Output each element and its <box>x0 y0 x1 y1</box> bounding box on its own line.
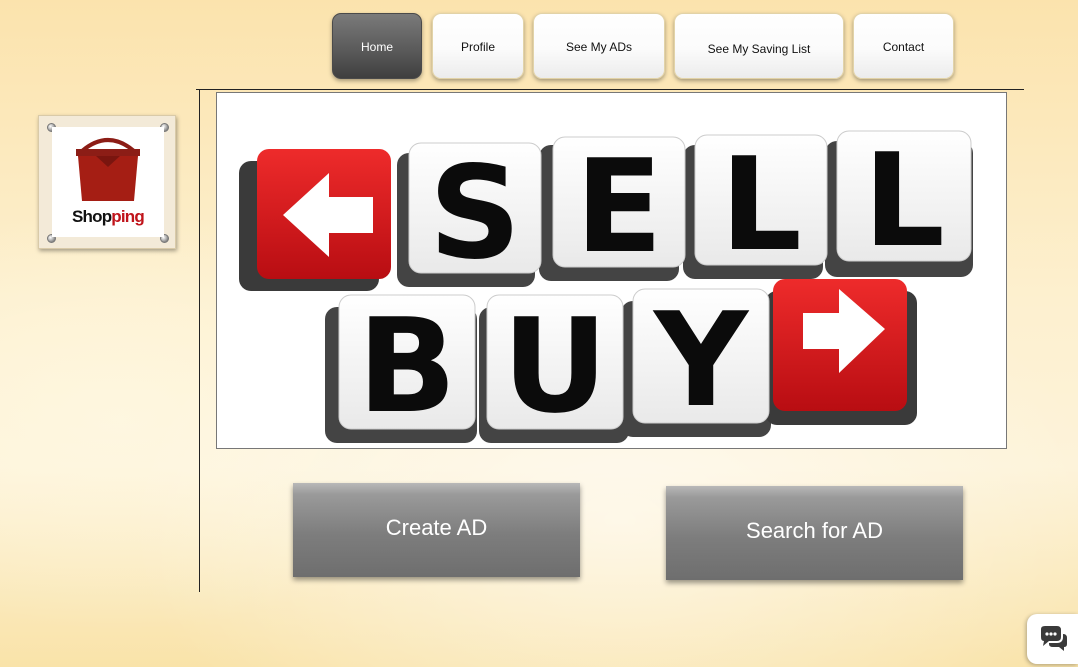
create-ad-label: Create AD <box>385 515 488 540</box>
nav-home-label: Home <box>360 40 393 54</box>
nav-see-my-ads-label: See My ADs <box>565 40 633 54</box>
nav-profile[interactable]: Profile <box>432 13 524 79</box>
nav-profile-label: Profile <box>460 40 495 54</box>
logo-text: Shopping <box>72 207 145 226</box>
banner-letter: L <box>863 127 945 276</box>
nav-home[interactable]: Home <box>332 13 422 79</box>
nav-contact[interactable]: Contact <box>853 13 954 79</box>
nav-see-my-ads[interactable]: See My ADs <box>533 13 665 79</box>
nav-contact-label: Contact <box>882 40 925 54</box>
nav-see-my-saving-list[interactable]: See My Saving List <box>674 13 844 79</box>
banner-letter: U <box>502 290 608 442</box>
site-logo[interactable]: Shopping <box>38 115 176 249</box>
arrow-left-icon <box>257 149 391 279</box>
search-ad-button[interactable]: Search for AD <box>666 486 963 580</box>
create-ad-button[interactable]: Create AD <box>293 483 580 577</box>
banner-letter: L <box>720 131 802 280</box>
sell-buy-image: S E L L B U Y <box>239 127 973 443</box>
nav-saving-list-label: See My Saving List <box>707 42 811 56</box>
chat-button[interactable] <box>1027 614 1078 664</box>
banner-letter: Y <box>652 284 750 436</box>
banner-letter: E <box>575 133 662 282</box>
banner-letter: S <box>429 139 521 288</box>
sell-buy-banner: S E L L B U Y <box>216 92 1007 449</box>
shopping-bag-icon <box>76 138 140 201</box>
header-divider <box>196 89 1024 90</box>
search-ad-label: Search for AD <box>746 518 883 543</box>
content-left-border <box>199 89 200 592</box>
arrow-right-icon <box>773 279 907 411</box>
banner-letter: B <box>357 290 456 442</box>
logo-panel: Shopping <box>52 127 164 237</box>
chat-bubbles-icon <box>1041 626 1067 651</box>
